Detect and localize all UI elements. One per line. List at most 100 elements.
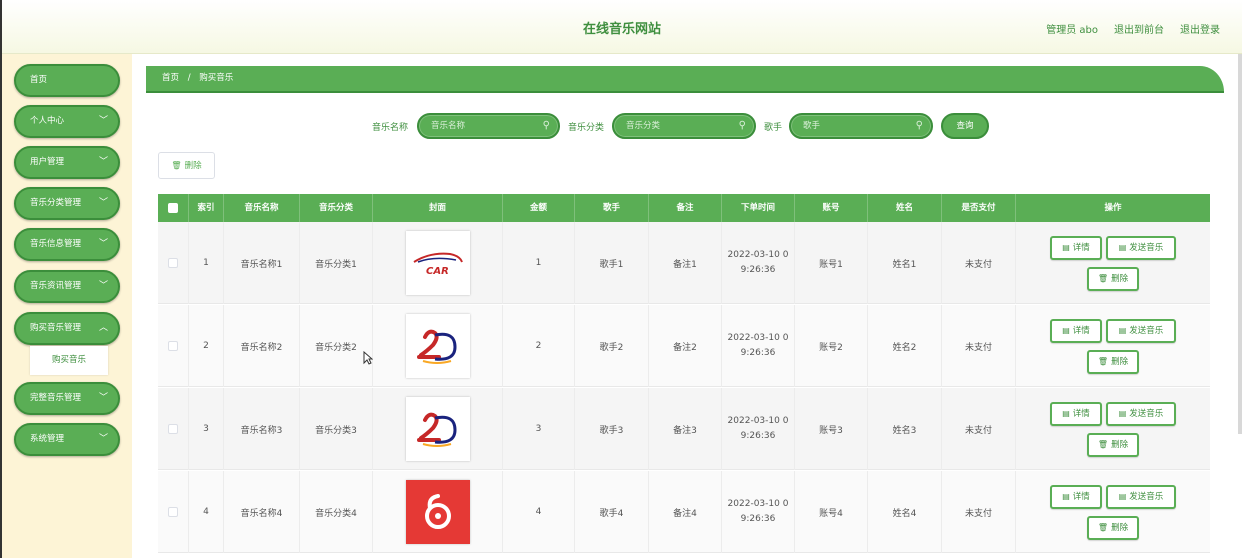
music-name-cell: 音乐名称1 — [224, 222, 300, 304]
chevron-down-icon: ﹀ — [98, 116, 108, 126]
music-name-cell: 音乐名称4 — [224, 471, 300, 553]
delete-button[interactable]: 🗑 删除 — [1087, 350, 1139, 374]
row-checkbox[interactable] — [168, 424, 178, 434]
header-actions: 管理员 abo 退出到前台 退出登录 — [1046, 21, 1220, 36]
breadcrumb-home[interactable]: 首页 — [162, 73, 179, 83]
row-select-cell — [158, 222, 189, 304]
document-icon: ▤ — [1118, 492, 1127, 501]
sidebar-item-label: 购买音乐管理 — [30, 323, 82, 333]
column-header: 是否支付 — [942, 194, 1016, 222]
car-logo-image: CAR — [405, 231, 470, 295]
account-cell: 账号4 — [795, 471, 868, 553]
detail-button[interactable]: ▤ 详情 — [1050, 319, 1102, 343]
sidebar-item-label: 首页 — [30, 75, 48, 85]
realname-cell: 姓名1 — [868, 222, 942, 304]
column-header: 操作 — [1104, 203, 1122, 213]
actions-cell: ▤ 详情 ▤ 发送音乐 🗑 删除 — [1016, 471, 1210, 553]
page-scrollbar[interactable] — [1238, 54, 1242, 434]
chevron-down-icon: ﹀ — [98, 198, 108, 208]
singer-input[interactable]: 歌手 ⚲ — [789, 113, 933, 139]
trash-icon: 🗑 — [1097, 357, 1109, 366]
sidebar-item-system[interactable]: 系统管理 ﹀ — [14, 423, 120, 456]
amount-cell: 1 — [503, 222, 575, 304]
sidebar-item-purchase-music[interactable]: 购买音乐管理 ︿ — [14, 312, 120, 345]
column-header: 金额 — [503, 194, 575, 222]
order-time-clock: 9:26:36 — [740, 265, 776, 275]
order-time-clock: 9:26:36 — [740, 348, 776, 358]
index-cell: 1 — [189, 222, 224, 304]
row-checkbox[interactable] — [168, 507, 178, 517]
sidebar-item-label: 音乐信息管理 — [30, 239, 82, 249]
query-button[interactable]: 查询 — [941, 113, 989, 139]
order-time-cell: 2022-03-10 0 9:26:36 — [722, 305, 795, 387]
sidebar-item-personal-center[interactable]: 个人中心 ﹀ — [14, 105, 120, 138]
column-header: 账号 — [795, 194, 868, 222]
delete-label: 删除 — [1111, 274, 1129, 284]
chevron-down-icon: ﹀ — [98, 281, 108, 291]
detail-label: 详情 — [1072, 326, 1090, 336]
sidebar-item-user-management[interactable]: 用户管理 ﹀ — [14, 146, 120, 179]
select-all-checkbox[interactable] — [168, 203, 178, 213]
sidebar-item-full-music[interactable]: 完整音乐管理 ﹀ — [14, 382, 120, 415]
delete-button[interactable]: 🗑 删除 — [1087, 433, 1139, 457]
singer-cell: 歌手3 — [575, 388, 649, 470]
sidebar-item-music-info[interactable]: 音乐信息管理 ﹀ — [14, 228, 120, 261]
sidebar-item-label: 系统管理 — [30, 434, 65, 444]
breadcrumb-current: 购买音乐 — [199, 73, 234, 83]
delete-button[interactable]: 🗑 删除 — [1087, 267, 1139, 291]
account-cell: 账号3 — [795, 388, 868, 470]
paid-status-cell: 未支付 — [942, 305, 1016, 387]
sidebar-item-music-news[interactable]: 音乐资讯管理 ﹀ — [14, 270, 120, 303]
detail-button[interactable]: ▤ 详情 — [1050, 485, 1102, 509]
singer-cell: 歌手4 — [575, 471, 649, 553]
actions-cell: ▤ 详情 ▤ 发送音乐 🗑 删除 — [1016, 305, 1210, 387]
logout-link[interactable]: 退出登录 — [1180, 21, 1220, 36]
paid-status-cell: 未支付 — [942, 471, 1016, 553]
singer-cell: 歌手1 — [575, 222, 649, 304]
send-music-button[interactable]: ▤ 发送音乐 — [1106, 319, 1176, 343]
table-header: 索引 音乐名称 音乐分类 封面 金额 歌手 备注 下单时间 账号 姓名 是否支付… — [158, 194, 1210, 222]
send-music-label: 发送音乐 — [1129, 243, 1164, 253]
2d-logo-image — [405, 314, 470, 378]
document-icon: ▤ — [1062, 409, 1070, 418]
back-to-front-link[interactable]: 退出到前台 — [1114, 21, 1164, 36]
cover-cell: CAR — [373, 222, 503, 304]
sidebar-item-music-category[interactable]: 音乐分类管理 ﹀ — [14, 187, 120, 220]
sidebar-item-label: 音乐资讯管理 — [30, 281, 82, 291]
note-cell: 备注3 — [649, 388, 722, 470]
row-checkbox[interactable] — [168, 341, 178, 351]
music-name-cell: 音乐名称3 — [224, 388, 300, 470]
realname-cell: 姓名3 — [868, 388, 942, 470]
detail-button[interactable]: ▤ 详情 — [1050, 402, 1102, 426]
realname-cell: 姓名2 — [868, 305, 942, 387]
music-category-cell: 音乐分类3 — [300, 388, 373, 470]
batch-delete-button[interactable]: 🗑 删除 — [158, 152, 215, 179]
table-row: 1 音乐名称1 音乐分类1 CAR 1 歌手1 备注1 2022-03-10 0… — [158, 222, 1210, 304]
music-category-input[interactable]: 音乐分类 ⚲ — [612, 113, 756, 139]
sidebar-item-home[interactable]: 首页 — [14, 64, 120, 97]
paid-status-cell: 未支付 — [942, 388, 1016, 470]
order-time-cell: 2022-03-10 0 9:26:36 — [722, 388, 795, 470]
mouse-cursor-icon — [363, 351, 373, 365]
row-checkbox[interactable] — [168, 258, 178, 268]
send-music-button[interactable]: ▤ 发送音乐 — [1106, 485, 1176, 509]
index-cell: 4 — [189, 471, 224, 553]
row-select-cell — [158, 471, 189, 553]
cover-cell — [373, 388, 503, 470]
top-header: 在线音乐网站 管理员 abo 退出到前台 退出登录 — [2, 0, 1242, 54]
note-cell: 备注4 — [649, 471, 722, 553]
singer-cell: 歌手2 — [575, 305, 649, 387]
sidebar-subitem-purchase-music[interactable]: 购买音乐 — [30, 346, 108, 375]
send-music-button[interactable]: ▤ 发送音乐 — [1106, 402, 1176, 426]
delete-button[interactable]: 🗑 删除 — [1087, 516, 1139, 540]
batch-delete-label: 删除 — [184, 161, 202, 171]
admin-user-label[interactable]: 管理员 abo — [1046, 21, 1098, 36]
account-cell: 账号2 — [795, 305, 868, 387]
music-name-input[interactable]: 音乐名称 ⚲ — [417, 113, 560, 139]
delete-label: 删除 — [1111, 440, 1129, 450]
send-music-button[interactable]: ▤ 发送音乐 — [1106, 236, 1176, 260]
chevron-up-icon: ︿ — [98, 323, 108, 333]
detail-button[interactable]: ▤ 详情 — [1050, 236, 1102, 260]
2d-logo-image — [405, 397, 470, 461]
music-category-placeholder: 音乐分类 — [626, 121, 661, 131]
